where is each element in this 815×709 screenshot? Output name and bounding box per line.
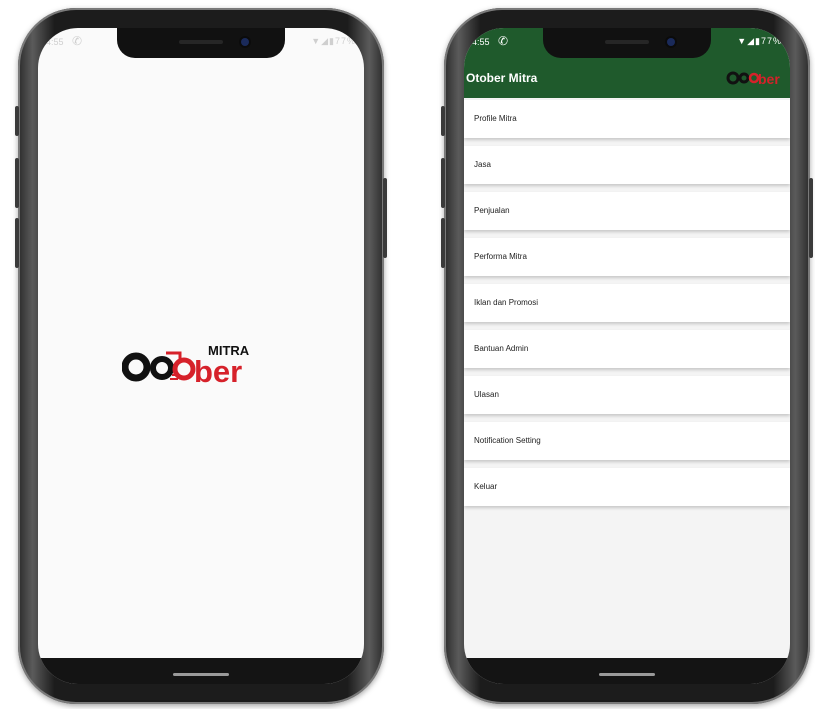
home-indicator-bar (464, 658, 790, 684)
status-time: 4:55 (46, 37, 64, 47)
notch (117, 28, 285, 58)
otober-logo-small: ber (726, 71, 780, 87)
menu-item-ulasan[interactable]: Ulasan (464, 376, 790, 414)
otober-mitra-logo: ber MITRA (122, 343, 250, 389)
status-right: ▼◢▮77% (737, 36, 782, 46)
phone-menu: Otober Mitra ber 4:55 ✆ ▼◢▮77% Profile M… (441, 8, 813, 704)
menu-list: Profile Mitra Jasa Penjualan Performa Mi… (464, 100, 790, 514)
menu-item-label: Performa Mitra (474, 252, 527, 261)
splash-screen: 4:55 ✆ ▼◢▮77% ber MITRA (38, 28, 364, 684)
menu-item-notification-setting[interactable]: Notification Setting (464, 422, 790, 460)
menu-item-jasa[interactable]: Jasa (464, 146, 790, 184)
home-indicator-bar (38, 658, 364, 684)
menu-item-label: Profile Mitra (474, 114, 517, 123)
app-title: Otober Mitra (466, 71, 538, 85)
status-right: ▼◢▮77% (311, 36, 356, 46)
menu-item-label: Bantuan Admin (474, 344, 529, 353)
menu-item-profile-mitra[interactable]: Profile Mitra (464, 100, 790, 138)
menu-item-bantuan-admin[interactable]: Bantuan Admin (464, 330, 790, 368)
menu-item-iklan-promosi[interactable]: Iklan dan Promosi (464, 284, 790, 322)
whatsapp-icon: ✆ (498, 34, 509, 48)
menu-item-label: Notification Setting (474, 436, 541, 445)
menu-screen: Otober Mitra ber 4:55 ✆ ▼◢▮77% Profile M… (464, 28, 790, 684)
menu-item-penjualan[interactable]: Penjualan (464, 192, 790, 230)
menu-item-label: Keluar (474, 482, 498, 491)
svg-text:ber: ber (194, 354, 242, 389)
menu-item-label: Iklan dan Promosi (474, 298, 539, 307)
menu-item-keluar[interactable]: Keluar (464, 468, 790, 506)
menu-item-label: Jasa (474, 160, 491, 169)
status-time: 4:55 (472, 37, 490, 47)
notch (543, 28, 711, 58)
logo-sub-text: MITRA (208, 343, 250, 358)
phone-splash: 4:55 ✆ ▼◢▮77% ber MITRA (15, 8, 387, 704)
whatsapp-icon: ✆ (72, 34, 83, 48)
menu-item-label: Ulasan (474, 390, 499, 399)
menu-item-label: Penjualan (474, 206, 510, 215)
svg-text:ber: ber (758, 71, 780, 87)
menu-item-performa-mitra[interactable]: Performa Mitra (464, 238, 790, 276)
